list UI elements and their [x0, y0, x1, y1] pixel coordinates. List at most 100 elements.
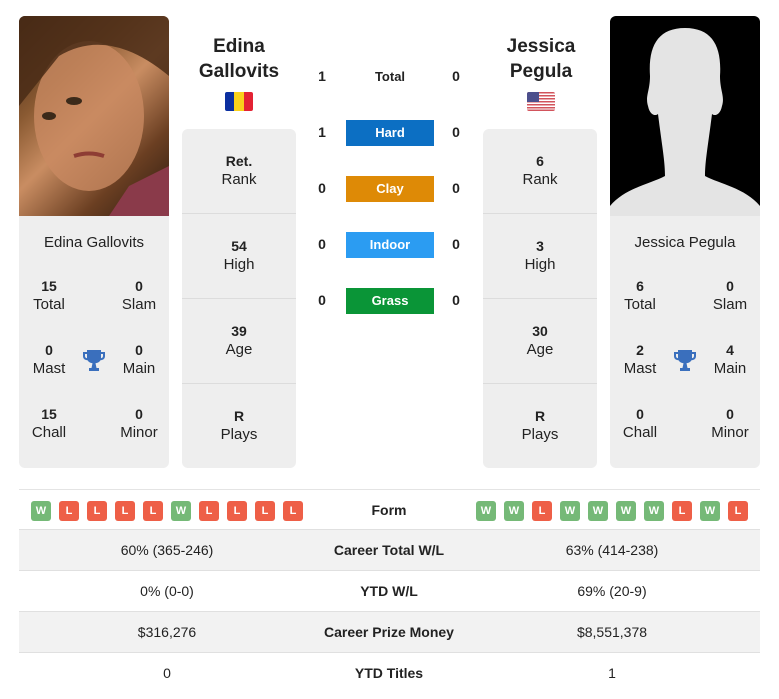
stat-value: 15: [41, 406, 57, 422]
info-value: R: [233, 408, 245, 424]
form-badge: L: [199, 501, 219, 521]
surface-badge-hard: Hard: [346, 120, 434, 146]
info-label: High: [524, 256, 556, 273]
form-badge: W: [171, 501, 191, 521]
info-label: High: [223, 256, 255, 273]
stat-row-ytd-titles: 0 YTD Titles 1: [19, 652, 760, 693]
stat-label: Minor: [120, 424, 158, 441]
form-badge: L: [59, 501, 79, 521]
player1-age: 39 Age: [182, 299, 296, 384]
usa-flag-icon: [527, 92, 555, 111]
player1-titles-card: Edina Gallovits 15 Total 0 Slam 0 Mast 0…: [19, 216, 169, 468]
form-badge: W: [504, 501, 524, 521]
silhouette-icon: [610, 28, 760, 216]
player2-main-titles: 4 Main: [700, 342, 760, 377]
stat-label: Main: [713, 360, 747, 377]
form-badge: L: [283, 501, 303, 521]
player2-h2h-value: 0: [452, 68, 460, 84]
romania-flag-icon: [225, 92, 253, 111]
trophy-icon: [674, 350, 696, 371]
stat-row-career-total-wl: 60% (365-246) Career Total W/L 63% (414-…: [19, 529, 760, 570]
stat-label: Total: [33, 296, 65, 313]
surface-badge-grass: Grass: [346, 288, 434, 314]
player2-total-titles: 6 Total: [610, 278, 670, 313]
info-label: Rank: [522, 171, 558, 188]
stat-label: Mast: [623, 360, 657, 377]
form-row: W L L L L W L L L L Form W W L W W W W L…: [19, 489, 760, 529]
form-badge: W: [700, 501, 720, 521]
player1-first-name: Edina: [213, 36, 265, 57]
info-value: 39: [231, 323, 247, 339]
h2h-row-clay: 0 Clay 0: [300, 176, 480, 202]
info-label: Plays: [220, 426, 258, 443]
player2-age: 30 Age: [483, 299, 597, 384]
player1-masters-titles: 0 Mast: [19, 342, 79, 377]
player2-h2h-value: 0: [452, 180, 460, 196]
info-value: 3: [536, 238, 544, 254]
stat-value: 0: [135, 406, 143, 422]
player1-h2h-value: 0: [318, 236, 326, 252]
stat-row-label: YTD Titles: [354, 665, 424, 681]
stat-value: 0: [636, 406, 644, 422]
stat-label: Chall: [31, 424, 67, 441]
stat-label: Mast: [32, 360, 66, 377]
stat-row-label: Career Total W/L: [333, 542, 445, 558]
stat-value: 0: [726, 278, 734, 294]
stat-label: Total: [624, 296, 656, 313]
player2-stat-value: $8,551,378: [576, 624, 648, 640]
player1-slam-titles: 0 Slam: [109, 278, 169, 313]
player2-masters-titles: 2 Mast: [610, 342, 670, 377]
form-badge: L: [87, 501, 107, 521]
surface-badge-clay: Clay: [346, 176, 434, 202]
player2-name-link[interactable]: Jessica Pegula: [476, 34, 606, 84]
info-value: R: [534, 408, 546, 424]
player1-card-name: Edina Gallovits: [43, 234, 145, 251]
form-badge: W: [644, 501, 664, 521]
player2-h2h-value: 0: [452, 292, 460, 308]
player2-h2h-value: 0: [452, 236, 460, 252]
stat-value: 6: [636, 278, 644, 294]
stat-value: 0: [45, 342, 53, 358]
player2-h2h-value: 0: [452, 124, 460, 140]
form-badge: L: [255, 501, 275, 521]
h2h-row-total: 1 Total 0: [300, 64, 480, 90]
stat-label: Chall: [622, 424, 658, 441]
player1-info-column: Ret. Rank 54 High 39 Age R Plays: [182, 129, 296, 468]
player1-minor-titles: 0 Minor: [109, 406, 169, 441]
player1-stat-value: 0% (0-0): [140, 583, 194, 599]
player1-total-titles: 15 Total: [19, 278, 79, 313]
form-badge: L: [227, 501, 247, 521]
info-value: Ret.: [225, 153, 253, 169]
player2-minor-titles: 0 Minor: [700, 406, 760, 441]
stat-value: 0: [726, 406, 734, 422]
stat-value: 15: [41, 278, 57, 294]
player1-stat-value: 60% (365-246): [120, 542, 214, 558]
player2-photo: [610, 16, 760, 216]
player2-slam-titles: 0 Slam: [700, 278, 760, 313]
stat-value: 0: [135, 278, 143, 294]
stat-value: 2: [636, 342, 644, 358]
surface-badge-indoor: Indoor: [346, 232, 434, 258]
form-badge: L: [115, 501, 135, 521]
player1-name-link[interactable]: Edina Gallovits: [174, 34, 304, 84]
player1-stat-value: $316,276: [137, 624, 197, 640]
player1-form-badges: W L L L L W L L L L: [31, 501, 303, 521]
player1-plays: R Plays: [182, 384, 296, 469]
stat-label: Slam: [121, 296, 157, 313]
player2-form-badges: W W L W W W W L W L: [476, 501, 748, 521]
stat-row-label: Career Prize Money: [324, 624, 454, 640]
player1-portrait-image: [19, 16, 169, 216]
player1-main-titles: 0 Main: [109, 342, 169, 377]
h2h-row-grass: 0 Grass 0: [300, 288, 480, 314]
player1-rank: Ret. Rank: [182, 129, 296, 214]
player1-h2h-value: 1: [318, 124, 326, 140]
player2-stat-value: 63% (414-238): [565, 542, 659, 558]
player1-challenger-titles: 15 Chall: [19, 406, 79, 441]
surface-label-total: Total: [374, 69, 406, 84]
player2-stat-value: 1: [608, 665, 616, 681]
trophy-icon: [83, 350, 105, 371]
stat-row-career-prize-money: $316,276 Career Prize Money $8,551,378: [19, 611, 760, 652]
info-value: 30: [532, 323, 548, 339]
form-badge: W: [560, 501, 580, 521]
player2-plays: R Plays: [483, 384, 597, 469]
